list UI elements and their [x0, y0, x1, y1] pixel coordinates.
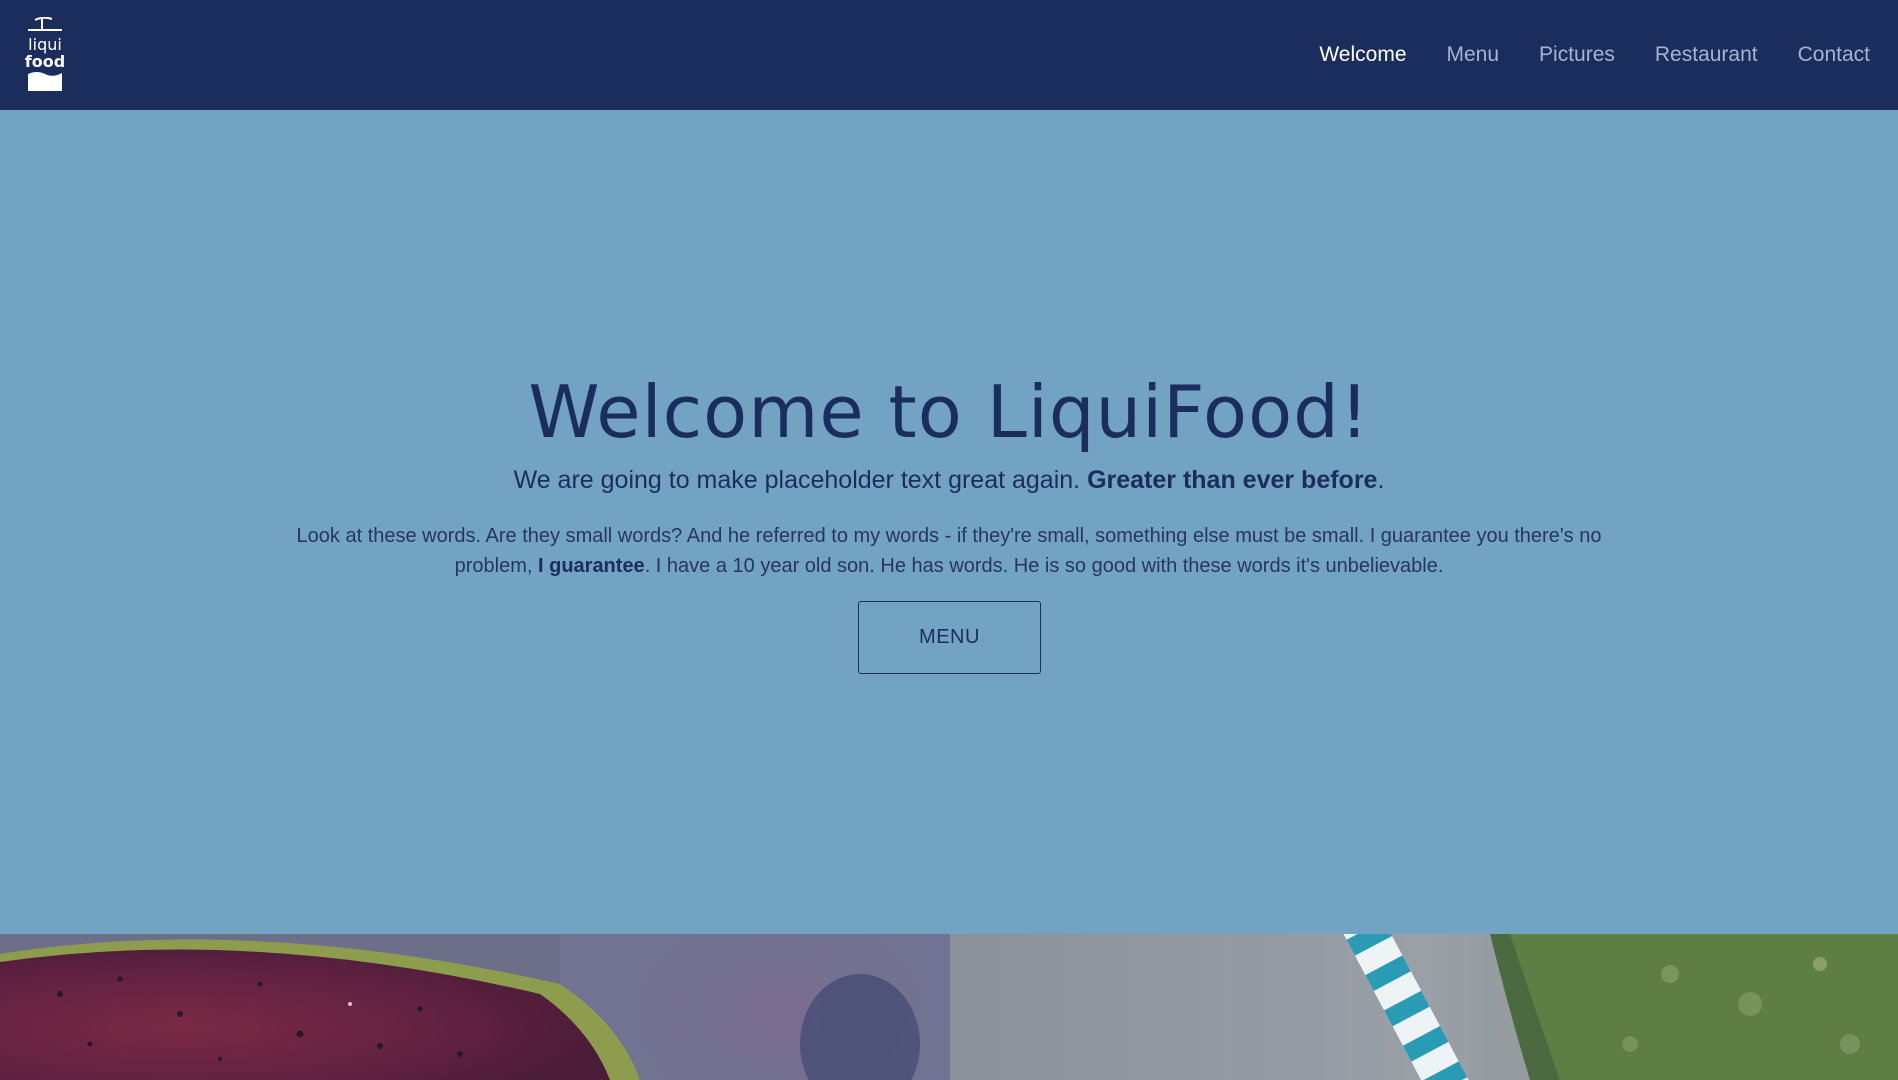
svg-text:food: food [25, 52, 65, 71]
nav-item-pictures[interactable]: Pictures [1539, 43, 1615, 67]
nav-item-menu[interactable]: Menu [1447, 43, 1500, 67]
hero-section: Welcome to LiquiFood! We are going to ma… [0, 110, 1898, 934]
hero-body-part2: . I have a 10 year old son. He has words… [644, 555, 1444, 577]
image-tiles [0, 934, 1898, 1080]
hero-body-text: Look at these words. Are they small word… [260, 521, 1638, 581]
berry-smoothie-photo[interactable] [0, 934, 950, 1080]
hero-subtitle-text: We are going to make placeholder text gr… [513, 466, 1088, 494]
nav-item-contact[interactable]: Contact [1798, 43, 1870, 67]
hero-title: Welcome to LiquiFood! [528, 370, 1370, 454]
hero-subtitle-end: . [1377, 466, 1385, 494]
hero-subtitle-emphasis: Greater than ever before [1087, 466, 1378, 494]
menu-button[interactable]: MENU [858, 601, 1041, 674]
hero-subtitle: We are going to make placeholder text gr… [0, 466, 1898, 495]
site-header: liqui food Welcome Menu Pictures Restaur… [0, 0, 1898, 110]
nav-item-welcome[interactable]: Welcome [1319, 43, 1406, 67]
liquifood-logo[interactable]: liqui food [25, 17, 65, 93]
nav-item-restaurant[interactable]: Restaurant [1655, 43, 1758, 67]
green-smoothie-photo[interactable] [950, 934, 1898, 1080]
main-nav: Welcome Menu Pictures Restaurant Contact [1279, 0, 1870, 110]
hero-body-emphasis: I guarantee [537, 555, 645, 577]
